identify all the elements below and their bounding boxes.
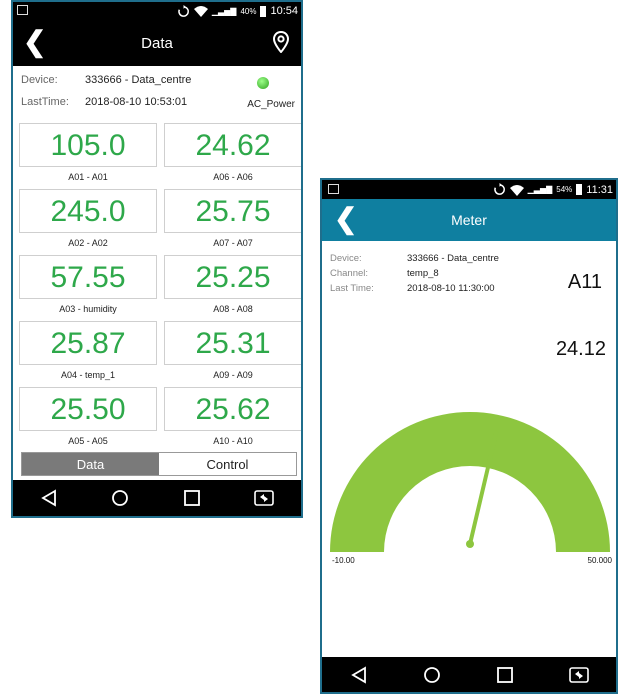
channel-value: 25.87 — [19, 321, 157, 365]
app-bar: ❮ Meter — [322, 199, 616, 241]
back-icon[interactable]: ❮ — [23, 28, 46, 56]
system-nav-bar — [322, 657, 616, 692]
channel-value: 57.55 — [19, 255, 157, 299]
gallery-notification-icon — [328, 184, 339, 194]
meter-reading: 24.12 — [555, 338, 606, 360]
gallery-notification-icon — [17, 5, 28, 15]
lasttime-value: 2018-08-10 10:53:01 — [85, 96, 188, 108]
nav-home-icon[interactable] — [111, 489, 129, 507]
channel-cell[interactable]: 25.25 A08 - A08 — [164, 255, 301, 322]
system-nav-bar — [13, 480, 301, 516]
page-title: Data — [141, 34, 173, 52]
battery-icon — [260, 5, 267, 17]
channel-cell[interactable]: 25.87 A04 - temp_1 — [19, 321, 159, 388]
gauge-max-label: 50.000 — [587, 556, 612, 565]
nav-back-icon[interactable] — [40, 489, 58, 507]
channel-caption: A09 - A09 — [213, 370, 253, 380]
signal-icon: ▁▃▅▇ — [211, 6, 237, 16]
wifi-icon — [193, 6, 208, 17]
channel-cell[interactable]: 24.62 A06 - A06 — [164, 123, 301, 190]
channel-caption: A03 - humidity — [59, 304, 117, 314]
channel-caption: A07 - A07 — [213, 238, 253, 248]
status-bar: ▁▃▅▇ 54% 11:31 — [322, 180, 616, 199]
device-value: 333666 - Data_centre — [85, 74, 192, 86]
lasttime-value: 2018-08-10 11:30:00 — [407, 283, 495, 294]
back-icon[interactable]: ❮ — [334, 205, 357, 233]
channel-id: A11 — [567, 271, 602, 293]
channel-caption: A05 - A05 — [68, 436, 108, 446]
channel-caption: A06 - A06 — [213, 172, 253, 182]
gauge — [330, 412, 610, 552]
channel-cell[interactable]: 25.31 A09 - A09 — [164, 321, 301, 388]
channel-value: 25.50 — [19, 387, 157, 431]
channel-caption: A08 - A08 — [213, 304, 253, 314]
channel-caption: A02 - A02 — [68, 238, 108, 248]
tab-data[interactable]: Data — [22, 453, 159, 475]
meter-info: Device: 333666 - Data_centre Channel: temp… — [330, 253, 499, 298]
channel-cell[interactable]: 25.50 A05 - A05 — [19, 387, 159, 454]
meter-screen: ▁▃▅▇ 54% 11:31 ❮ Meter Device: 333666 - D… — [320, 178, 618, 694]
device-info: Device: 333666 - Data_centre LastTime: 2… — [13, 66, 301, 121]
channel-caption: A01 - A01 — [68, 172, 108, 182]
lasttime-label: Last Time: — [330, 283, 374, 294]
nav-recents-icon[interactable] — [183, 489, 201, 507]
tab-control[interactable]: Control — [159, 453, 296, 475]
nav-recents-icon[interactable] — [496, 666, 514, 684]
channel-cell[interactable]: 105.0 A01 - A01 — [19, 123, 159, 190]
location-pin-icon[interactable] — [273, 31, 289, 53]
wifi-icon — [509, 184, 524, 196]
channel-caption: A04 - temp_1 — [60, 370, 116, 380]
clock: 11:31 — [586, 183, 613, 196]
power-label: AC_Power — [247, 99, 295, 110]
device-value: 333666 - Data_centre — [407, 253, 499, 264]
battery-icon — [576, 184, 583, 195]
clock: 10:54 — [270, 5, 298, 17]
nav-home-icon[interactable] — [423, 666, 441, 684]
gauge-min-label: -10.00 — [332, 556, 355, 565]
channel-label: Channel: — [330, 268, 369, 279]
channel-value: 25.25 — [164, 255, 301, 299]
channel-value: 24.62 — [164, 123, 301, 167]
nav-switch-app-icon[interactable] — [568, 666, 589, 684]
data-screen: ▁▃▅▇ 40% 10:54 ❮ Data Device: 333666 - D… — [11, 0, 303, 518]
signal-icon: ▁▃▅▇ — [527, 185, 553, 194]
channel-value: 25.31 — [164, 321, 301, 365]
device-label: Device: — [21, 74, 58, 86]
nav-back-icon[interactable] — [350, 665, 368, 684]
gauge-arc — [330, 412, 610, 552]
channel-value: 25.75 — [164, 189, 301, 233]
device-label: Device: — [330, 253, 362, 264]
channel-cell[interactable]: 57.55 A03 - humidity — [19, 255, 159, 322]
channel-value: 105.0 — [19, 123, 157, 167]
sync-icon — [178, 4, 189, 17]
page-title: Meter — [451, 212, 487, 228]
battery-percent: 40% — [240, 6, 257, 16]
bottom-tabs: Data Control — [21, 452, 297, 476]
channel-cell[interactable]: 245.0 A02 - A02 — [19, 189, 159, 256]
sync-icon — [493, 183, 505, 195]
app-bar: ❮ Data — [13, 20, 301, 66]
battery-percent: 54% — [556, 185, 573, 194]
channel-value: 245.0 — [19, 189, 157, 233]
nav-switch-app-icon[interactable] — [254, 489, 275, 507]
status-led-icon — [257, 77, 269, 89]
channel-value: 25.62 — [164, 387, 301, 431]
channel-cell[interactable]: 25.62 A10 - A10 — [164, 387, 301, 454]
lasttime-label: LastTime: — [21, 96, 69, 108]
channel-cell[interactable]: 25.75 A07 - A07 — [164, 189, 301, 256]
status-bar: ▁▃▅▇ 40% 10:54 — [13, 2, 301, 20]
channel-caption: A10 - A10 — [213, 436, 253, 446]
gauge-hub — [466, 540, 474, 548]
channel-value: temp_8 — [407, 268, 439, 279]
